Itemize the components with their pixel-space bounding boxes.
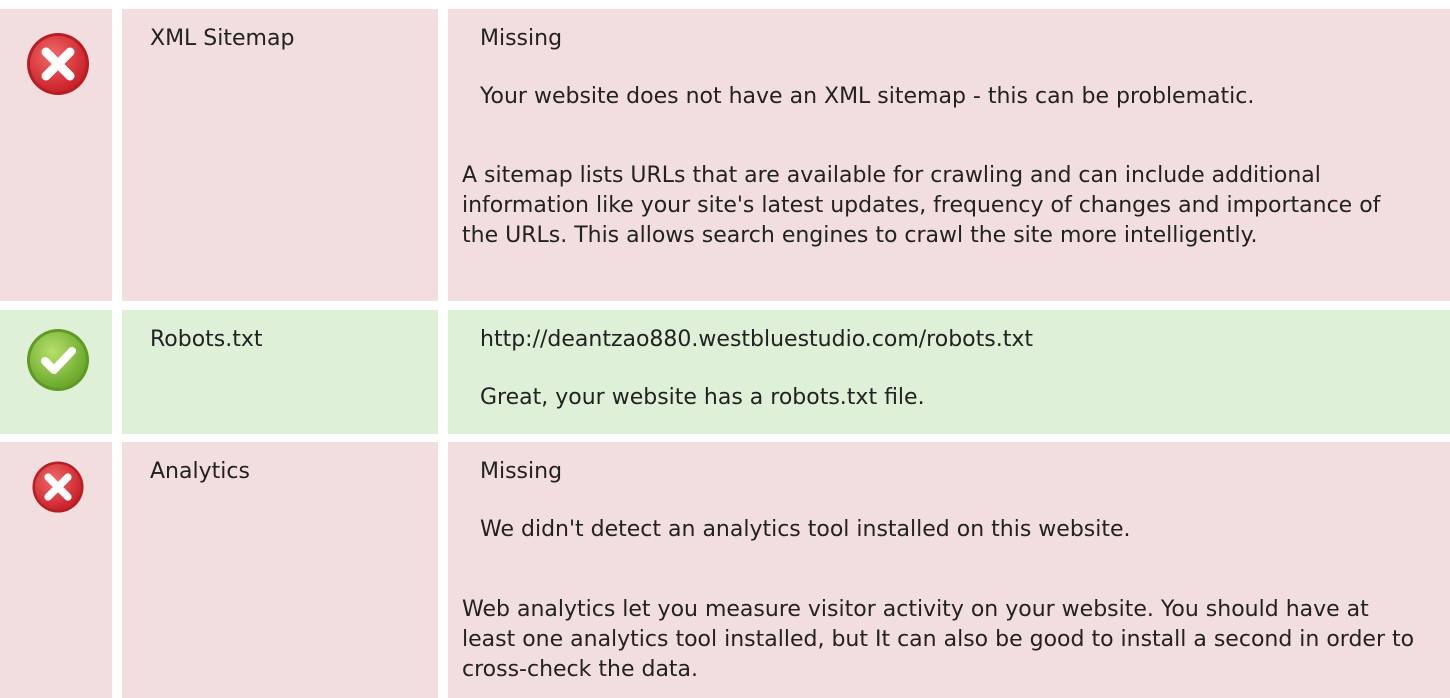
status-cell	[0, 310, 112, 434]
check-message: We didn't detect an analytics tool insta…	[480, 517, 1131, 542]
error-x-icon	[27, 33, 89, 95]
check-value: Missing	[480, 459, 563, 484]
check-value: Missing	[480, 26, 563, 51]
check-label: Robots.txt	[150, 327, 263, 352]
check-row-robots-txt: Robots.txt http://deantzao880.westbluest…	[0, 310, 1450, 434]
check-value-cell: http://deantzao880.westbluestudio.com/ro…	[448, 310, 1450, 434]
check-row-xml-sitemap: XML Sitemap Missing Your website does no…	[0, 9, 1450, 301]
status-cell	[0, 9, 112, 301]
check-value-cell: Missing We didn't detect an analytics to…	[448, 442, 1450, 698]
check-label: Analytics	[150, 459, 250, 484]
check-label: XML Sitemap	[150, 26, 295, 51]
robots-txt-link[interactable]: http://deantzao880.westbluestudio.com/ro…	[480, 326, 1033, 354]
check-description: A sitemap lists URLs that are available …	[462, 163, 1381, 248]
check-message: Great, your website has a robots.txt fil…	[480, 385, 925, 410]
check-label-cell: Robots.txt	[122, 310, 438, 434]
check-message: Your website does not have an XML sitema…	[480, 84, 1255, 109]
check-label-cell: Analytics	[122, 442, 438, 698]
status-cell	[0, 442, 112, 698]
check-label-cell: XML Sitemap	[122, 9, 438, 301]
error-x-icon	[32, 461, 84, 513]
check-value-cell: Missing Your website does not have an XM…	[448, 9, 1450, 301]
check-description: Web analytics let you measure visitor ac…	[462, 597, 1415, 682]
check-row-analytics: Analytics Missing We didn't detect an an…	[0, 442, 1450, 698]
success-check-icon	[27, 329, 89, 391]
